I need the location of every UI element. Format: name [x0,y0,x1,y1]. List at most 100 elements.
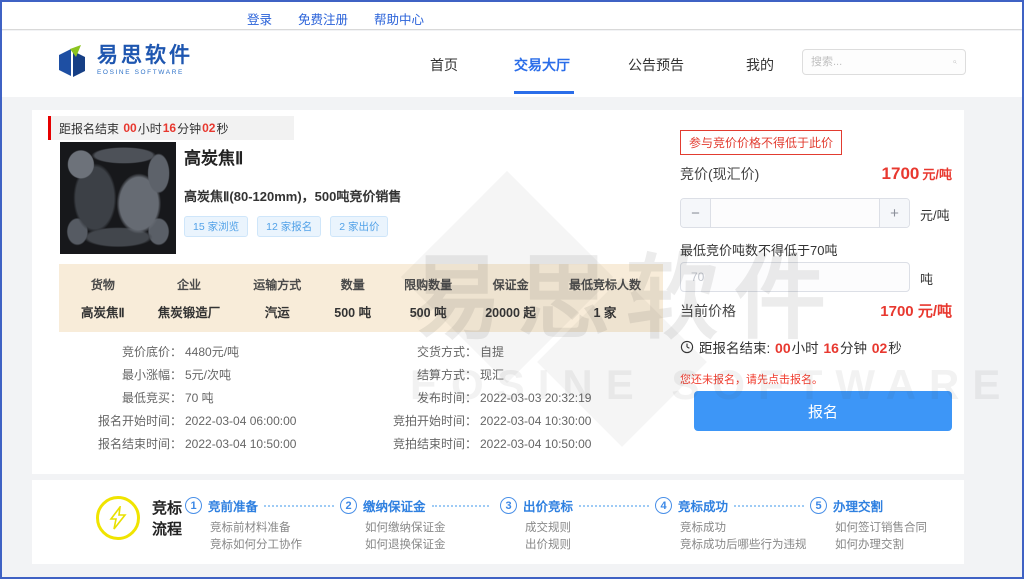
step-connector [264,505,334,507]
step-link[interactable]: 竞标前材料准备 [210,520,340,537]
step-connector [432,505,489,507]
spec-quantity: 数量 500 吨 [334,276,371,321]
topbar: 登录 免费注册 帮助中心 [2,2,1022,30]
stepper-unit-label: 元/吨 [920,205,950,224]
bids-badge: 2 家出价 [330,216,388,237]
bid-price-unit: 元/吨 [922,167,952,182]
detail-row: 结算方式：现汇 [327,363,591,386]
detail-list-left: 竞价底价：4480元/吨 最小涨幅：5元/次吨 最低竞买：70 吨 报名开始时间… [50,340,296,455]
step-link[interactable]: 如何退换保证金 [365,537,495,554]
spec-enterprise: 企业 焦炭锻造厂 [158,276,221,321]
countdown-hours: 00 [123,121,136,135]
spec-goods: 货物 高炭焦Ⅱ [81,276,125,321]
step-link[interactable]: 竞标成功 [680,520,810,537]
current-price-label: 当前价格 [680,301,736,321]
product-tags: 15 家浏览 12 家报名 2 家出价 [184,216,388,237]
step-link[interactable]: 如何缴纳保证金 [365,520,495,537]
step-link[interactable]: 出价规则 [525,537,655,554]
help-center-link[interactable]: 帮助中心 [374,9,424,28]
min-price-notice: 参与竞价价格不得低于此价 [680,130,842,155]
step-link[interactable]: 如何签订销售合同 [835,520,940,537]
detail-row: 竞价底价：4480元/吨 [50,340,296,363]
process-title: 竞标 流程 [152,498,182,540]
product-title: 高炭焦Ⅱ [184,144,243,169]
detail-row: 最小涨幅：5元/次吨 [50,363,296,386]
detail-row: 报名开始时间：2022-03-04 06:00:00 [50,409,296,432]
detail-row: 发布时间：2022-03-03 20:32:19 [327,386,591,409]
register-button[interactable]: 报名 [694,391,952,431]
step-title[interactable]: 缴纳保证金 [363,496,426,515]
register-link[interactable]: 免费注册 [298,9,348,28]
clock-icon [680,340,694,354]
search-box[interactable] [802,49,966,75]
logo-text-en: EOSINE SOFTWARE [97,69,193,76]
nav-announcements[interactable]: 公告预告 [628,55,684,75]
detail-row: 报名结束时间：2022-03-04 10:50:00 [50,432,296,455]
step-connector [579,505,649,507]
bid-price-input[interactable] [711,199,879,227]
auction-detail-card: 距报名结束 00 小时 16 分钟 02 秒 高炭焦Ⅱ 高炭焦Ⅱ(80-120m… [32,110,964,474]
step-connector [734,505,804,507]
logo-icon [56,44,90,80]
tonnage-input[interactable] [680,262,910,292]
step-title[interactable]: 办理交割 [833,496,883,515]
step-link[interactable]: 竞标如何分工协作 [210,537,340,554]
signups-badge: 12 家报名 [257,216,321,237]
nav-mine[interactable]: 我的 [746,55,774,75]
bid-price-value: 1700 [882,164,920,183]
process-step-1: 1 竞前准备 竞标前材料准备 竞标如何分工协作 [185,496,340,554]
current-price-value: 1700 元/吨 [880,300,952,321]
step-link[interactable]: 如何办理交割 [835,537,940,554]
step-title[interactable]: 出价竞标 [523,496,573,515]
not-registered-warning: 您还未报名，请先点击报名。 [680,371,823,387]
countdown-seconds: 02 [202,121,215,135]
bid-price-label: 竞价(现汇价) [680,164,759,184]
bid-price-row: 竞价(现汇价) 1700元/吨 [680,164,952,184]
spec-min-bidders: 最低竞标人数 1 家 [569,276,641,321]
nav-trading-hall[interactable]: 交易大厅 [514,55,570,75]
bidding-process-card: 竞标 流程 1 竞前准备 竞标前材料准备 竞标如何分工协作 2 缴纳保证金 如何… [32,480,964,564]
spec-deposit: 保证金 20000 起 [485,276,536,321]
detail-list-right: 交货方式：自提 结算方式：现汇 发布时间：2022-03-03 20:32:19… [327,340,591,455]
bid-price-stepper: − + [680,198,910,228]
current-price-row: 当前价格 1700 元/吨 [680,300,952,321]
tonnage-unit-label: 吨 [920,269,933,288]
search-icon[interactable] [953,56,957,68]
panel-countdown: 距报名结束: 00小时 16分钟 02秒 [680,337,902,357]
step-title[interactable]: 竞前准备 [208,496,258,515]
min-tonnage-note: 最低竞价吨数不得低于70吨 [680,240,837,259]
countdown-minutes: 16 [163,121,176,135]
step-link[interactable]: 竞标成功后哪些行为违规 [680,537,810,554]
process-step-4: 4 竞标成功 竞标成功 竞标成功后哪些行为违规 [655,496,810,554]
topbar-links: 登录 免费注册 帮助中心 [247,9,424,28]
countdown-prefix: 距报名结束 [59,120,119,137]
step-link[interactable]: 成交规则 [525,520,655,537]
registration-countdown-strip: 距报名结束 00 小时 16 分钟 02 秒 [48,116,294,140]
process-step-3: 3 出价竞标 成交规则 出价规则 [500,496,655,554]
app-window: 登录 免费注册 帮助中心 易思软件 EOSINE SOFTWARE 首页 交易大… [0,0,1024,579]
process-step-5: 5 办理交割 如何签订销售合同 如何办理交割 [810,496,940,554]
detail-row: 竞拍开始时间：2022-03-04 10:30:00 [327,409,591,432]
stepper-plus-button[interactable]: + [879,199,909,227]
login-link[interactable]: 登录 [247,9,272,28]
logo[interactable]: 易思软件 EOSINE SOFTWARE [56,44,193,80]
detail-row: 竞拍结束时间：2022-03-04 10:50:00 [327,432,591,455]
detail-row: 最低竞买：70 吨 [50,386,296,409]
nav-active-underline [514,91,574,94]
stepper-minus-button[interactable]: − [681,199,711,227]
product-subtitle: 高炭焦Ⅱ(80-120mm)，500吨竞价销售 [184,186,401,205]
header: 易思软件 EOSINE SOFTWARE 首页 交易大厅 公告预告 我的 [2,31,1022,97]
step-title[interactable]: 竞标成功 [678,496,728,515]
logo-text-cn: 易思软件 [97,44,193,68]
bid-panel: 参与竞价价格不得低于此价 竞价(现汇价) 1700元/吨 − + 元/吨 最低竞… [680,110,960,474]
nav-home[interactable]: 首页 [430,55,458,75]
search-input[interactable] [811,56,953,68]
spec-table: 货物 高炭焦Ⅱ 企业 焦炭锻造厂 运输方式 汽运 数量 500 吨 限购数量 5… [59,264,663,332]
product-image [60,142,176,254]
process-step-2: 2 缴纳保证金 如何缴纳保证金 如何退换保证金 [340,496,495,554]
lightning-icon [96,496,140,540]
spec-limit-quantity: 限购数量 500 吨 [404,276,452,321]
spec-transport: 运输方式 汽运 [253,276,301,321]
views-badge: 15 家浏览 [184,216,248,237]
detail-row: 交货方式：自提 [327,340,591,363]
